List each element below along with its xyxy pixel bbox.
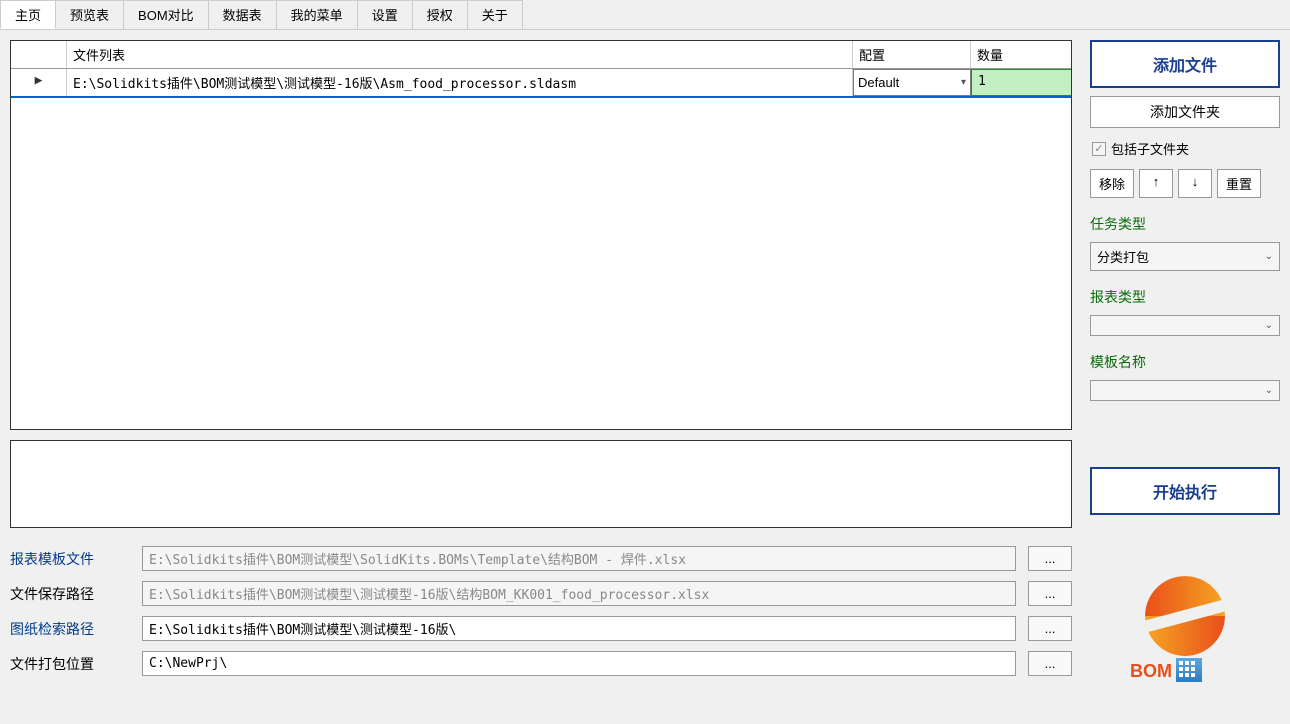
tab-compare[interactable]: BOM对比 (123, 0, 209, 29)
include-subfolder-checkbox[interactable]: ✓ 包括子文件夹 (1090, 136, 1280, 161)
task-type-label: 任务类型 (1090, 214, 1280, 234)
tab-settings[interactable]: 设置 (357, 0, 413, 29)
row-config-value: Default (858, 75, 899, 90)
row-file-path: E:\Solidkits插件\BOM测试模型\测试模型-16版\Asm_food… (67, 69, 853, 96)
template-input (142, 546, 1016, 571)
add-file-button[interactable]: 添加文件 (1090, 40, 1280, 88)
save-browse-button[interactable]: ... (1028, 581, 1072, 606)
checkbox-icon: ✓ (1092, 142, 1106, 156)
chevron-down-icon: ⌄ (1265, 385, 1273, 396)
tab-about[interactable]: 关于 (467, 0, 523, 29)
chevron-down-icon: ⌄ (1265, 320, 1273, 331)
save-label: 文件保存路径 (10, 584, 130, 604)
col-config: 配置 (853, 41, 971, 68)
task-type-value: 分类打包 (1097, 247, 1149, 266)
pack-label: 文件打包位置 (10, 654, 130, 674)
report-type-select[interactable]: ⌄ (1090, 315, 1280, 336)
col-qty: 数量 (971, 41, 1071, 68)
drawing-browse-button[interactable]: ... (1028, 616, 1072, 641)
add-folder-button[interactable]: 添加文件夹 (1090, 96, 1280, 128)
logo: BOM (1090, 546, 1280, 676)
col-indicator (11, 41, 67, 68)
save-input (142, 581, 1016, 606)
template-name-select[interactable]: ⌄ (1090, 380, 1280, 401)
remove-button[interactable]: 移除 (1090, 169, 1134, 198)
tab-mymenu[interactable]: 我的菜单 (276, 0, 358, 29)
chevron-down-icon: ⌄ (1265, 251, 1273, 262)
move-up-button[interactable]: ↑ (1139, 169, 1173, 198)
drawing-label: 图纸检索路径 (10, 619, 130, 639)
tab-main[interactable]: 主页 (0, 0, 56, 29)
tab-license[interactable]: 授权 (412, 0, 468, 29)
include-subfolder-label: 包括子文件夹 (1111, 139, 1189, 158)
reset-button[interactable]: 重置 (1217, 169, 1261, 198)
logo-text: BOM (1130, 661, 1172, 682)
template-label: 报表模板文件 (10, 549, 130, 569)
report-type-label: 报表类型 (1090, 287, 1280, 307)
template-name-label: 模板名称 (1090, 352, 1280, 372)
template-browse-button[interactable]: ... (1028, 546, 1072, 571)
move-down-button[interactable]: ↓ (1178, 169, 1212, 198)
log-output (10, 440, 1072, 528)
col-file: 文件列表 (67, 41, 853, 68)
tab-bar: 主页 预览表 BOM对比 数据表 我的菜单 设置 授权 关于 (0, 0, 1290, 30)
drawing-input[interactable] (142, 616, 1016, 641)
task-type-select[interactable]: 分类打包 ⌄ (1090, 242, 1280, 271)
chevron-down-icon: ▾ (961, 77, 966, 88)
row-indicator-icon: ▶ (11, 69, 67, 96)
building-icon (1176, 658, 1202, 682)
pack-browse-button[interactable]: ... (1028, 651, 1072, 676)
row-qty-input[interactable]: 1 (971, 69, 1071, 96)
start-button[interactable]: 开始执行 (1090, 467, 1280, 515)
tab-datatable[interactable]: 数据表 (208, 0, 277, 29)
file-table: 文件列表 配置 数量 ▶ E:\Solidkits插件\BOM测试模型\测试模型… (10, 40, 1072, 430)
tab-preview[interactable]: 预览表 (55, 0, 124, 29)
pack-input[interactable] (142, 651, 1016, 676)
row-config-select[interactable]: Default ▾ (853, 69, 971, 96)
table-row[interactable]: ▶ E:\Solidkits插件\BOM测试模型\测试模型-16版\Asm_fo… (11, 69, 1071, 98)
